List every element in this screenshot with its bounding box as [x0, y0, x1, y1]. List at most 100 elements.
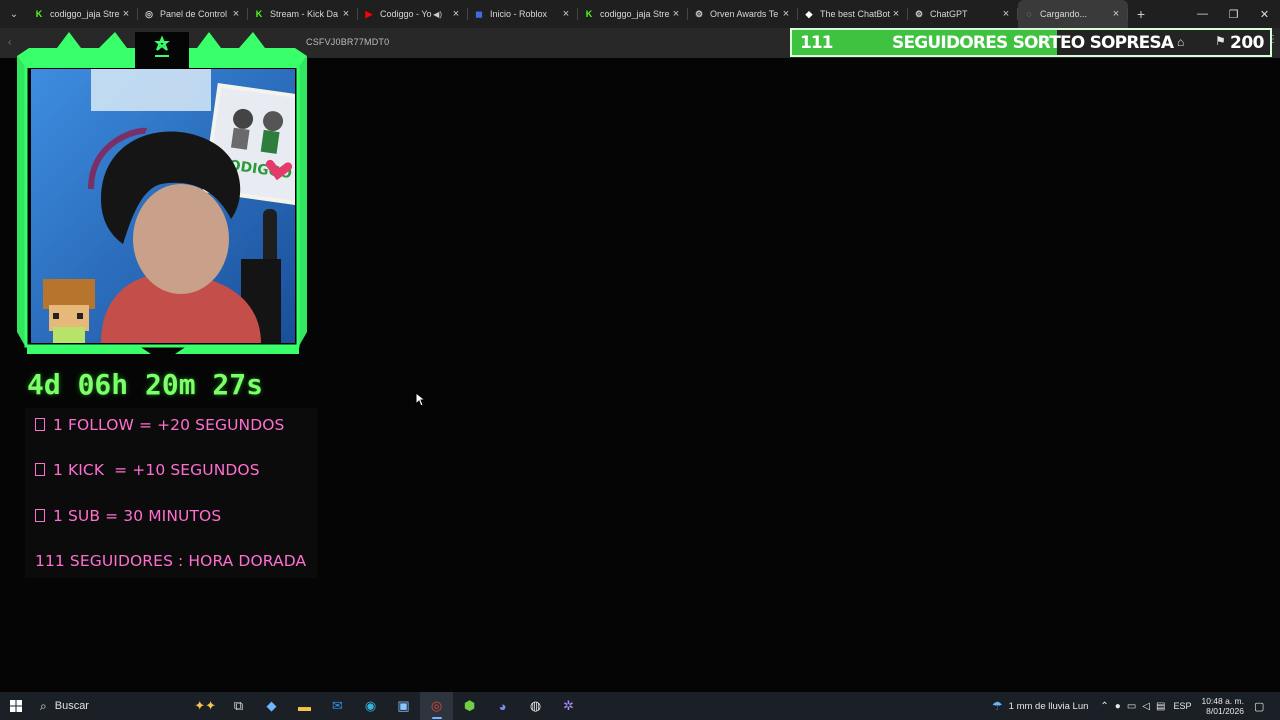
browser-tab-strip: ⌄ Kcodiggo_jaja Stre × ◎ Panel de Control × K… [0, 0, 1280, 28]
keyboard-icon[interactable]: ▤ [1156, 701, 1165, 712]
taskbar-search-box[interactable]: ⌕ Buscar ✦✦ [32, 692, 222, 720]
search-icon: ⌕ [40, 698, 47, 713]
tab-title: Stream - Kick Da [270, 9, 339, 19]
outlook-icon[interactable]: ✉ [321, 692, 354, 720]
browser-tab[interactable]: ◼ Inicio - Roblox × [468, 0, 578, 28]
rule-follow: 1 FOLLOW = +20 SEGUNDOS [35, 416, 285, 434]
browser-tab[interactable]: Kcodiggo_jaja Stre × [28, 0, 138, 28]
browser-tab[interactable]: ▶ Codiggo - Yo ◀) × [358, 0, 468, 28]
tab-title: Orven Awards Te [710, 9, 779, 19]
restore-button[interactable]: ❐ [1218, 0, 1249, 28]
close-tab-icon[interactable]: × [1000, 8, 1012, 20]
chatgpt-icon: ⚙ [694, 8, 704, 19]
close-tab-icon[interactable]: × [230, 8, 242, 20]
goal-current-count: 111 [800, 33, 833, 53]
close-tab-icon[interactable]: × [450, 8, 462, 20]
rain-icon: ☂ [991, 699, 1003, 713]
app-icon[interactable]: ✲ [552, 692, 585, 720]
close-tab-icon[interactable]: × [120, 8, 132, 20]
youtube-icon: ▶ [365, 8, 373, 19]
microphone-icon[interactable]: ● [1115, 701, 1121, 712]
edge-icon[interactable]: ◉ [354, 692, 387, 720]
tab-title: codiggo_jaja Stre [50, 9, 120, 19]
chrome-icon[interactable]: ◎ [420, 692, 453, 720]
windows-logo-icon [10, 700, 22, 712]
box-icon [35, 418, 45, 431]
roblox-icon: ◼ [475, 8, 483, 19]
tab-title: codiggo_jaja Stre [600, 9, 670, 19]
close-tab-icon[interactable]: × [890, 8, 902, 20]
windows-taskbar: ⌕ Buscar ✦✦ ⧉ ◆ ▬ ✉ ◉ ▣ ◎ ⬢ ◕ ◍ ✲ ☂ 1 mm… [0, 692, 1280, 720]
rule-sub: 1 SUB = 30 MINUTOS [35, 507, 221, 525]
globe-icon: ◎ [145, 8, 153, 19]
obs-icon[interactable]: ◍ [519, 692, 552, 720]
notifications-icon[interactable]: ▢ [1254, 700, 1274, 713]
tab-title: Panel de Control [160, 9, 228, 19]
taskbar-apps: ⧉ ◆ ▬ ✉ ◉ ▣ ◎ ⬢ ◕ ◍ ✲ [222, 692, 585, 720]
chatgpt-icon: ⚙ [914, 8, 924, 19]
window-controls: — ❐ ✕ [1187, 0, 1280, 28]
tab-title: Cargando... [1040, 9, 1088, 19]
chevron-up-icon[interactable]: ⌃ [1100, 701, 1108, 712]
copilot-icon[interactable]: ◆ [255, 692, 288, 720]
tray-icons: ⌃ ● ▭ ◁ ▤ [1100, 701, 1165, 712]
weather-text: 1 mm de lluvia Lun [1008, 700, 1089, 712]
box-icon [35, 509, 45, 522]
system-tray: ☂ 1 mm de lluvia Lun ⌃ ● ▭ ◁ ▤ ESP 10:48… [992, 692, 1280, 720]
rule-golden-hour: 111 SEGUIDORES : HORA DORADA [35, 552, 306, 570]
browser-tab[interactable]: ⚙ Orven Awards Te × [688, 0, 798, 28]
clock-date: 8/01/2026 [1206, 706, 1244, 716]
subathon-timer: 4d 06h 20m 27s [27, 368, 264, 401]
close-tab-icon[interactable]: × [560, 8, 572, 20]
close-window-button[interactable]: ✕ [1249, 0, 1280, 28]
back-icon[interactable]: ‹ [8, 37, 11, 48]
search-placeholder: Buscar [54, 700, 89, 712]
language-indicator[interactable]: ESP [1173, 701, 1191, 711]
task-view-icon[interactable]: ⧉ [222, 692, 255, 720]
neon-frame [17, 32, 307, 354]
close-tab-icon[interactable]: × [1110, 8, 1122, 20]
goal-title: SEGUIDORES SORTEO SOPRESA [892, 33, 1174, 53]
store-icon[interactable]: ▣ [387, 692, 420, 720]
speaker-icon[interactable]: ◀) [433, 10, 442, 19]
browser-tab[interactable]: ◆ The best ChatBot × [798, 0, 908, 28]
kick-icon: K [585, 9, 593, 19]
tab-title: Codiggo - Yo [380, 9, 432, 19]
clock[interactable]: 10:48 a. m. 8/01/2026 [1201, 696, 1244, 716]
browser-tab[interactable]: ◎ Panel de Control × [138, 0, 248, 28]
browser-tab[interactable]: ⚙ ChatGPT × [908, 0, 1018, 28]
tab-title: Inicio - Roblox [490, 9, 548, 19]
network-icon[interactable]: ▭ [1127, 701, 1136, 712]
volume-icon[interactable]: ◁ [1142, 701, 1150, 712]
rule-text: 1 FOLLOW = +20 SEGUNDOS [53, 416, 285, 434]
follower-goal-bar: 111 SEGUIDORES SORTEO SOPRESA ⌂ ⚑ 200 [790, 28, 1272, 57]
discord-icon[interactable]: ◕ [486, 692, 519, 720]
file-explorer-icon[interactable]: ▬ [288, 692, 321, 720]
rule-text: 1 SUB = 30 MINUTOS [53, 507, 222, 525]
url-text[interactable]: CSFVJ0BR77MDT0 [306, 37, 389, 47]
webcam-overlay: CODIGGO [17, 32, 307, 360]
minimize-button[interactable]: — [1187, 0, 1218, 28]
browser-tab[interactable]: K Stream - Kick Da × [248, 0, 358, 28]
loading-icon: ◌ [1026, 9, 1032, 19]
browser-tab[interactable]: Kcodiggo_jaja Stre × [578, 0, 688, 28]
browser-tab[interactable]: ◌ Cargando... × [1018, 0, 1128, 28]
tab-title: The best ChatBot [820, 9, 890, 19]
minecraft-icon[interactable]: ⬢ [453, 692, 486, 720]
rules-panel: 1 FOLLOW = +20 SEGUNDOS 1 KICK = +10 SEG… [25, 408, 317, 578]
copilot-spark-icon[interactable]: ✦✦ [194, 698, 216, 714]
start-button[interactable] [0, 692, 32, 720]
tab-search-button[interactable]: ⌄ [0, 0, 28, 28]
close-tab-icon[interactable]: × [340, 8, 352, 20]
box-icon [35, 463, 45, 476]
new-tab-button[interactable]: + [1128, 6, 1154, 22]
tab-title: ChatGPT [930, 9, 968, 19]
close-tab-icon[interactable]: × [780, 8, 792, 20]
weather-widget[interactable]: ☂ 1 mm de lluvia Lun [992, 699, 1089, 713]
flag-icon: ⚑ [1215, 34, 1226, 48]
goal-target-count: 200 [1230, 33, 1265, 53]
tab-list: Kcodiggo_jaja Stre × ◎ Panel de Control × K St… [28, 0, 1128, 28]
mouse-cursor-icon [415, 392, 425, 407]
kick-icon: K [255, 9, 263, 19]
close-tab-icon[interactable]: × [670, 8, 682, 20]
